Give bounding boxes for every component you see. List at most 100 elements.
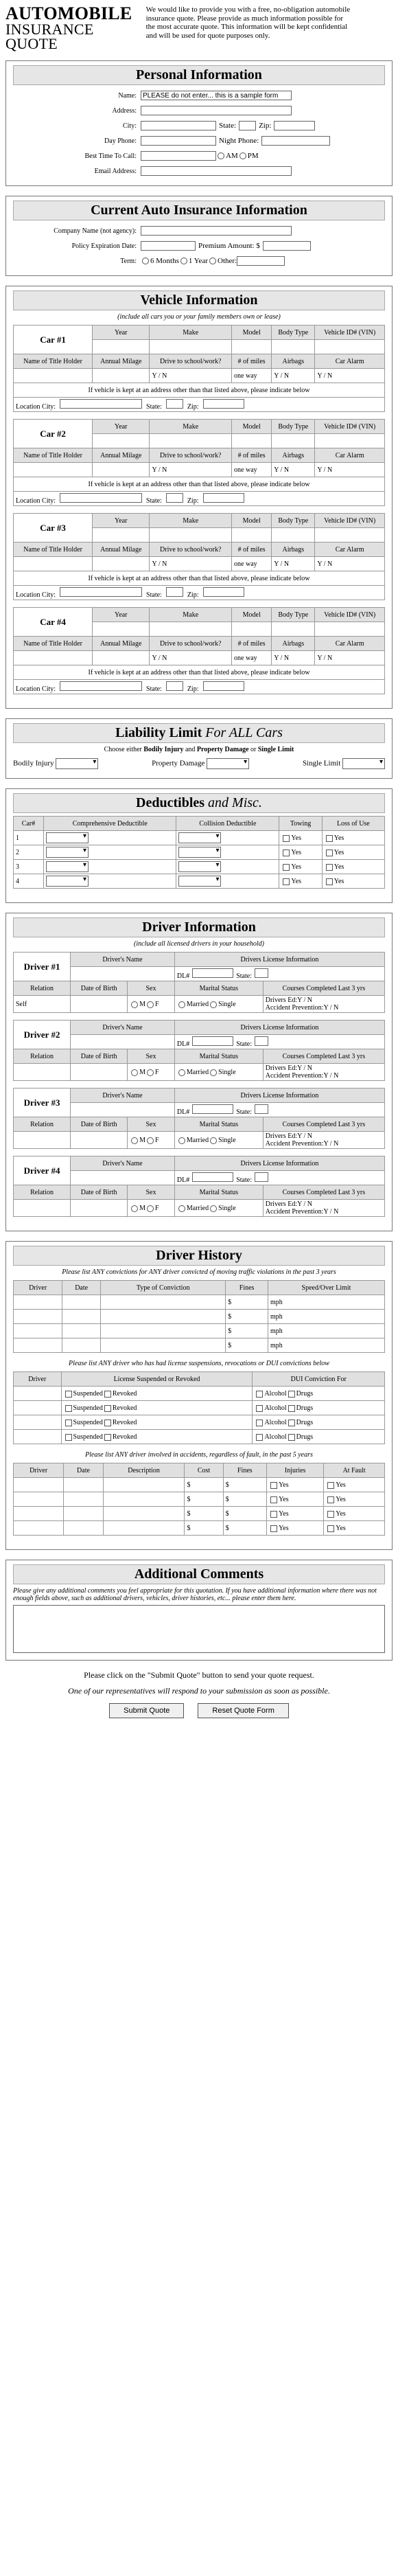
- accident-field[interactable]: [12, 1520, 65, 1536]
- fines-field[interactable]: $: [225, 1323, 268, 1339]
- dob-field[interactable]: [70, 1199, 128, 1218]
- vehicle-input-cell[interactable]: [314, 527, 385, 543]
- conviction-field[interactable]: [100, 1309, 226, 1325]
- revoked-checkbox[interactable]: [104, 1433, 111, 1441]
- vehicle-input-cell[interactable]: [92, 462, 150, 478]
- drivers-ed-yn[interactable]: Y / N: [297, 1132, 312, 1140]
- bodily-injury-select[interactable]: [56, 758, 99, 770]
- pm-radio[interactable]: [239, 152, 246, 160]
- dl-field[interactable]: [192, 968, 234, 978]
- dob-field[interactable]: [70, 995, 128, 1014]
- vehicle-input-cell[interactable]: [271, 433, 316, 449]
- location-zip-field[interactable]: [202, 681, 244, 691]
- miles-one-way[interactable]: one way: [231, 368, 272, 384]
- accident-field[interactable]: [63, 1477, 104, 1493]
- vehicle-input-cell[interactable]: [92, 622, 150, 637]
- best-time-field[interactable]: [141, 151, 216, 161]
- comp-select[interactable]: [46, 861, 89, 873]
- vehicle-input-cell[interactable]: [12, 368, 93, 384]
- single-limit-select[interactable]: [342, 758, 385, 770]
- alcohol-checkbox[interactable]: [256, 1404, 264, 1412]
- location-state-field[interactable]: [165, 681, 183, 691]
- car-alarm-yn[interactable]: Y / N: [314, 556, 385, 572]
- dl-field[interactable]: [192, 1172, 234, 1182]
- accident-field[interactable]: [63, 1506, 104, 1522]
- fines-field[interactable]: $: [225, 1295, 268, 1310]
- injuries-checkbox[interactable]: [270, 1510, 278, 1518]
- speed-field[interactable]: mph: [267, 1295, 386, 1310]
- airbags-yn[interactable]: Y / N: [271, 368, 316, 384]
- accident-field[interactable]: [12, 1477, 65, 1493]
- conviction-field[interactable]: [62, 1309, 102, 1325]
- accident-fines-field[interactable]: $: [222, 1506, 268, 1522]
- vehicle-input-cell[interactable]: [314, 622, 385, 637]
- conviction-field[interactable]: [12, 1295, 63, 1310]
- drive-to-work-yn[interactable]: Y / N: [149, 462, 233, 478]
- suspension-driver-field[interactable]: [13, 1386, 62, 1402]
- towing-checkbox[interactable]: [283, 863, 290, 871]
- comments-textarea[interactable]: [13, 1605, 385, 1654]
- coll-select[interactable]: [178, 832, 222, 844]
- vehicle-input-cell[interactable]: [271, 622, 316, 637]
- location-state-field[interactable]: [165, 492, 183, 503]
- vehicle-input-cell[interactable]: [149, 527, 233, 543]
- cost-field[interactable]: $: [184, 1492, 224, 1507]
- revoked-checkbox[interactable]: [104, 1404, 111, 1412]
- suspended-checkbox[interactable]: [65, 1390, 72, 1398]
- accident-field[interactable]: [102, 1492, 185, 1507]
- relation-field[interactable]: [12, 1063, 71, 1082]
- conviction-field[interactable]: [12, 1338, 63, 1354]
- revoked-checkbox[interactable]: [104, 1419, 111, 1426]
- comp-select[interactable]: [46, 832, 89, 844]
- dl-field[interactable]: [192, 1036, 234, 1046]
- term-6-radio[interactable]: [142, 258, 149, 265]
- relation-field[interactable]: Self: [12, 995, 71, 1014]
- state-field[interactable]: [239, 121, 257, 131]
- dob-field[interactable]: [70, 1131, 128, 1150]
- airbags-yn[interactable]: Y / N: [271, 650, 316, 666]
- accident-field[interactable]: [102, 1506, 185, 1522]
- driver-name-field[interactable]: [70, 1102, 175, 1118]
- loss-checkbox[interactable]: [325, 878, 333, 885]
- location-state-field[interactable]: [165, 398, 183, 409]
- accident-prevention-yn[interactable]: Y / N: [323, 1208, 338, 1216]
- driver-name-field[interactable]: [70, 1170, 175, 1186]
- loss-checkbox[interactable]: [325, 849, 333, 856]
- accident-fines-field[interactable]: $: [222, 1492, 268, 1507]
- location-state-field[interactable]: [165, 586, 183, 597]
- injuries-checkbox[interactable]: [270, 1481, 278, 1489]
- vehicle-input-cell[interactable]: [12, 556, 93, 572]
- accident-fines-field[interactable]: $: [222, 1520, 268, 1536]
- accident-fines-field[interactable]: $: [222, 1477, 268, 1493]
- loss-checkbox[interactable]: [325, 834, 333, 842]
- miles-one-way[interactable]: one way: [231, 462, 272, 478]
- dob-field[interactable]: [70, 1063, 128, 1082]
- revoked-checkbox[interactable]: [104, 1390, 111, 1398]
- accident-field[interactable]: [102, 1477, 185, 1493]
- alcohol-checkbox[interactable]: [256, 1390, 264, 1398]
- company-field[interactable]: [141, 226, 292, 236]
- sex-m-radio[interactable]: [131, 1137, 139, 1144]
- comp-select[interactable]: [46, 847, 89, 858]
- conviction-field[interactable]: [100, 1323, 226, 1339]
- vehicle-input-cell[interactable]: [92, 527, 150, 543]
- married-radio[interactable]: [178, 1137, 185, 1144]
- vehicle-input-cell[interactable]: [149, 339, 233, 355]
- car-alarm-yn[interactable]: Y / N: [314, 650, 385, 666]
- suspension-driver-field[interactable]: [13, 1429, 62, 1445]
- vehicle-input-cell[interactable]: [231, 433, 272, 449]
- injuries-checkbox[interactable]: [270, 1496, 278, 1503]
- city-field[interactable]: [141, 121, 216, 131]
- accident-field[interactable]: [12, 1492, 65, 1507]
- vehicle-input-cell[interactable]: [12, 462, 93, 478]
- coll-select[interactable]: [178, 847, 222, 858]
- vehicle-input-cell[interactable]: [149, 622, 233, 637]
- married-radio[interactable]: [178, 1069, 185, 1076]
- at-fault-checkbox[interactable]: [327, 1510, 335, 1518]
- accident-field[interactable]: [63, 1520, 104, 1536]
- dl-field[interactable]: [192, 1104, 234, 1114]
- accident-field[interactable]: [63, 1492, 104, 1507]
- dl-state-field[interactable]: [254, 1036, 268, 1046]
- vehicle-input-cell[interactable]: [92, 368, 150, 384]
- conviction-field[interactable]: [12, 1323, 63, 1339]
